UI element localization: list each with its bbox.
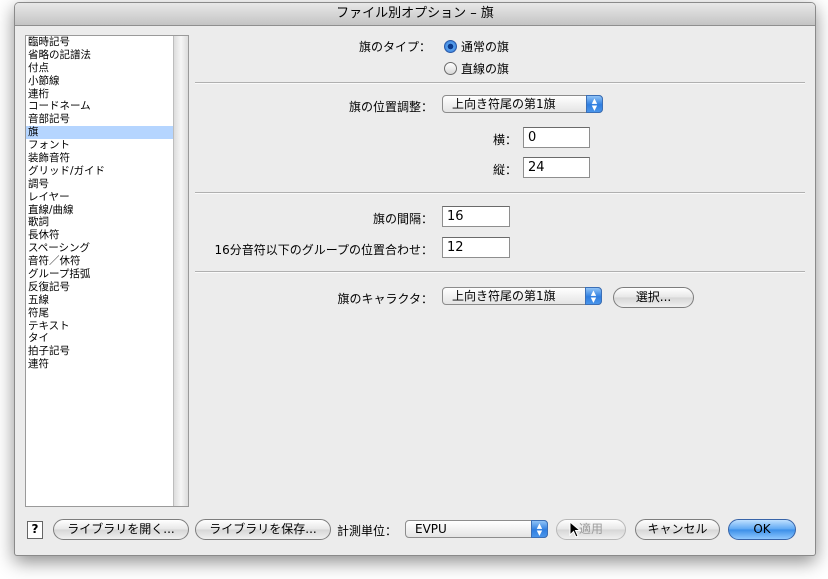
category-item[interactable]: 小節線 <box>26 75 174 88</box>
flag-character-popup[interactable]: 上向き符尾の第1旗 ▲ ▼ <box>442 287 602 305</box>
category-item[interactable]: グリッド/ガイド <box>26 165 174 178</box>
group-align-label: 16分音符以下のグループの位置合わせ： <box>214 243 433 257</box>
flag-character-popup-value: 上向き符尾の第1旗 <box>452 289 556 303</box>
help-icon[interactable]: ? <box>27 521 43 539</box>
radio-normal-flag-control[interactable] <box>444 40 457 53</box>
open-library-button[interactable]: ライブラリを開く... <box>53 519 189 540</box>
category-item[interactable]: 音符／休符 <box>26 255 174 268</box>
cancel-button[interactable]: キャンセル <box>635 519 720 540</box>
radio-straight-flag-label: 直線の旗 <box>461 62 510 76</box>
units-popup-value: EVPU <box>415 522 447 536</box>
category-item[interactable]: 歌詞 <box>26 216 174 229</box>
category-item[interactable]: 長休符 <box>26 229 174 242</box>
flag-position-popup[interactable]: 上向き符尾の第1旗 ▲ ▼ <box>442 95 603 113</box>
category-item[interactable]: コードネーム <box>26 100 174 113</box>
separator-2 <box>195 192 805 194</box>
group-align-field[interactable]: 12 <box>442 237 510 258</box>
category-item[interactable]: フォント <box>26 139 174 152</box>
flag-type-label: 旗のタイプ： <box>358 40 431 54</box>
select-character-button[interactable]: 選択... <box>613 287 694 308</box>
radio-straight-flag-control[interactable] <box>444 62 457 75</box>
category-item[interactable]: テキスト <box>26 320 174 333</box>
category-list-scrollbar[interactable] <box>173 36 188 506</box>
ok-button[interactable]: OK <box>728 519 796 540</box>
category-item[interactable]: グループ括弧 <box>26 268 174 281</box>
category-item[interactable]: 連桁 <box>26 88 174 101</box>
radio-normal-flag-label: 通常の旗 <box>461 40 510 54</box>
category-item[interactable]: 装飾音符 <box>26 152 174 165</box>
flag-character-label: 旗のキャラクタ： <box>337 292 433 306</box>
radio-straight-flag[interactable]: 直線の旗 <box>444 60 509 77</box>
window-title: ファイル別オプション – 旗 <box>15 3 815 26</box>
category-item[interactable]: スペーシング <box>26 242 174 255</box>
horizontal-field[interactable]: 0 <box>523 127 590 148</box>
save-library-button[interactable]: ライブラリを保存... <box>195 519 331 540</box>
flag-position-popup-value: 上向き符尾の第1旗 <box>452 97 556 111</box>
apply-button[interactable]: 適用 <box>556 519 626 540</box>
category-item[interactable]: タイ <box>26 332 174 345</box>
popup-arrows-icon: ▲ ▼ <box>585 287 602 305</box>
category-item[interactable]: 連符 <box>26 358 174 371</box>
vertical-label: 縦： <box>492 163 517 177</box>
popup-arrows-icon: ▲ ▼ <box>586 95 603 113</box>
flag-position-label: 旗の位置調整： <box>348 100 433 114</box>
category-item[interactable]: 音部記号 <box>26 113 174 126</box>
category-item[interactable]: 省略の記譜法 <box>26 49 174 62</box>
separator-3 <box>195 271 805 273</box>
category-item[interactable]: 直線/曲線 <box>26 204 174 217</box>
radio-normal-flag[interactable]: 通常の旗 <box>444 38 509 55</box>
category-item[interactable]: レイヤー <box>26 191 174 204</box>
category-item[interactable]: 付点 <box>26 62 174 75</box>
mouse-pointer-icon <box>569 521 582 538</box>
category-item[interactable]: 臨時記号 <box>26 36 174 49</box>
category-item[interactable]: 旗 <box>26 126 174 140</box>
units-popup[interactable]: EVPU ▲ ▼ <box>405 520 548 538</box>
category-item[interactable]: 反復記号 <box>26 281 174 294</box>
units-label: 計測単位： <box>337 524 398 538</box>
flag-spacing-label: 旗の間隔： <box>372 212 433 226</box>
category-item[interactable]: 符尾 <box>26 307 174 320</box>
separator-1 <box>195 82 805 84</box>
popup-arrows-icon: ▲ ▼ <box>531 520 548 538</box>
category-list-items: 臨時記号 省略の記譜法 付点 小節線 連桁 コードネーム 音部記号旗フォント 装飾音符 グリッド… <box>26 36 174 371</box>
vertical-field[interactable]: 24 <box>523 157 590 178</box>
category-item[interactable]: 五線 <box>26 294 174 307</box>
flag-spacing-field[interactable]: 16 <box>442 206 510 227</box>
horizontal-label: 横： <box>492 133 517 147</box>
options-window: ファイル別オプション – 旗 臨時記号 省略の記譜法 付点 小節線 連桁 コードネーム 音部… <box>14 2 816 556</box>
category-item[interactable]: 調号 <box>26 178 174 191</box>
category-list[interactable]: 臨時記号 省略の記譜法 付点 小節線 連桁 コードネーム 音部記号旗フォント 装飾音符 グリッド… <box>25 35 189 507</box>
category-item[interactable]: 拍子記号 <box>26 345 174 358</box>
